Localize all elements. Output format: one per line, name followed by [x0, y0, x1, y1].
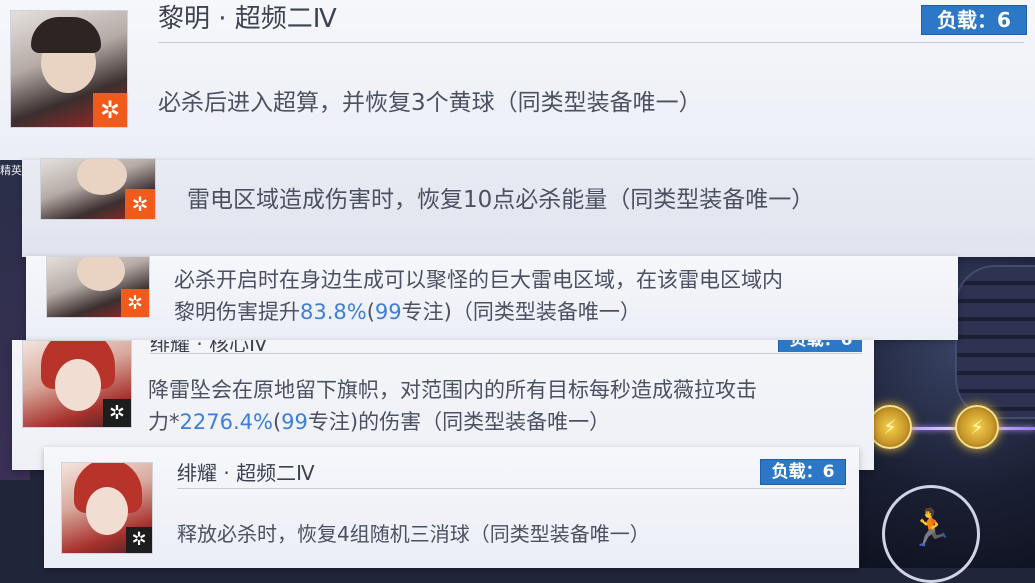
title-divider: [177, 488, 845, 489]
equipment-card-dawn-overclock: ✲ 黎明 · 超频二Ⅳ 负载：6 必杀后进入超算，并恢复3个黄球（同类型装备唯一…: [0, 0, 1035, 160]
machine-decoration: [955, 265, 1035, 419]
pinwheel-icon: ✲: [103, 399, 131, 427]
equipment-card-scarlet-overclock: ✲ 绯耀 · 超频二Ⅳ 负载：6 释放必杀时，恢复4组随机三消球（同类型装备唯一…: [44, 447, 859, 568]
description-text: (: [366, 300, 375, 324]
pinwheel-icon: ✲: [93, 93, 127, 127]
description-text: 力*: [148, 410, 180, 434]
character-portrait: ✲: [22, 340, 132, 428]
card-description-line2: 黎明伤害提升83.8%(99专注)（同类型装备唯一）: [174, 296, 641, 326]
title-divider: [150, 353, 862, 354]
card-description: 必杀后进入超算，并恢复3个黄球（同类型装备唯一）: [158, 90, 702, 116]
description-text: 专注)的伤害（同类型装备唯一）: [307, 410, 611, 434]
card-title: 黎明 · 超频二Ⅳ: [158, 4, 337, 34]
title-divider: [158, 42, 1024, 43]
character-portrait: ✲: [10, 10, 128, 128]
equipment-card-thunder-energy: ✲ 雷电区域造成伤害时，恢复10点必杀能量（同类型装备唯一）: [22, 158, 1035, 257]
focus-level: 99: [281, 410, 308, 434]
description-text: 黎明伤害提升: [174, 300, 300, 324]
description-text: (: [272, 410, 282, 434]
lightning-coin-icon[interactable]: ⚡: [868, 405, 912, 449]
character-portrait: ✲: [46, 256, 150, 318]
equipment-card-thunder-zone: ✲ 必杀开启时在身边生成可以聚怪的巨大雷电区域，在该雷电区域内 黎明伤害提升83…: [26, 256, 958, 340]
pinwheel-icon: ✲: [126, 527, 152, 553]
card-title: 绯耀 · 超频二Ⅳ: [177, 461, 315, 485]
card-description-line1: 降雷坠会在原地留下旗帜，对范围内的所有目标每秒造成薇拉攻击: [148, 378, 757, 402]
description-text: 专注)（同类型装备唯一）: [401, 300, 641, 324]
card-description: 雷电区域造成伤害时，恢复10点必杀能量（同类型装备唯一）: [187, 187, 815, 213]
bonus-value: 83.8%: [300, 300, 367, 324]
dash-icon[interactable]: 🏃: [907, 505, 955, 553]
load-badge: 负载：6: [921, 5, 1027, 35]
lightning-coin-icon[interactable]: ⚡: [955, 405, 999, 449]
character-portrait: ✲: [40, 158, 156, 220]
pinwheel-icon: ✲: [121, 289, 149, 317]
card-description: 释放必杀时，恢复4组随机三消球（同类型装备唯一）: [177, 522, 650, 546]
damage-value: 2276.4%: [179, 410, 273, 434]
card-title: 绯耀 · 核心Ⅳ: [150, 340, 268, 352]
card-description-line1: 必杀开启时在身边生成可以聚怪的巨大雷电区域，在该雷电区域内: [174, 268, 783, 292]
load-badge: 负载：6: [778, 340, 862, 352]
pinwheel-icon: ✲: [125, 189, 155, 219]
clipped-title-row: 绯耀 · 核心Ⅳ 负载：6: [150, 340, 862, 352]
card-description-line2: 力*2276.4%(99专注)的伤害（同类型装备唯一）: [148, 406, 610, 436]
character-portrait: ✲: [61, 462, 153, 554]
load-badge: 负载：6: [760, 459, 846, 485]
focus-level: 99: [374, 300, 402, 324]
